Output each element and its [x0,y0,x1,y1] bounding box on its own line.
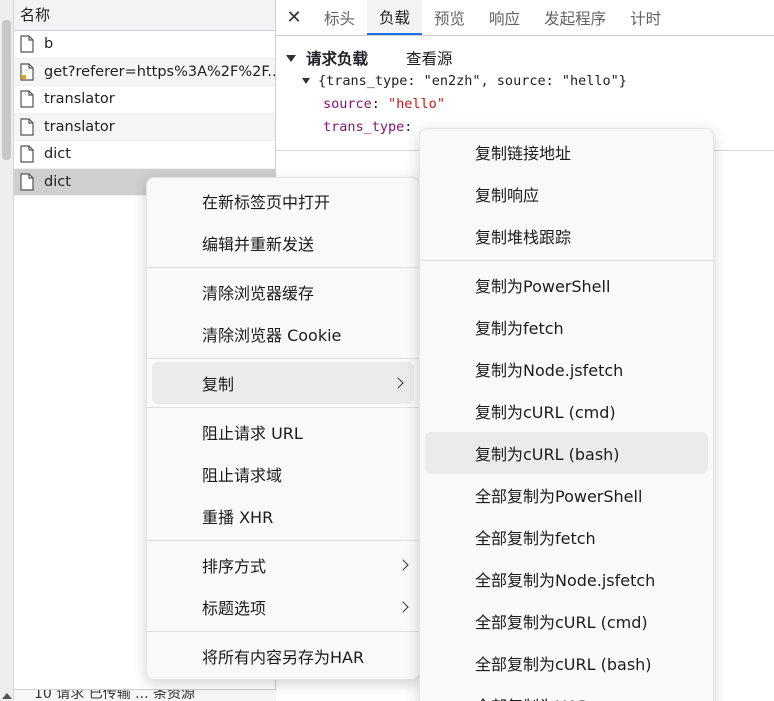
request-name: b [44,36,54,53]
menu-copy-label: 复制 [202,375,235,394]
submenu-copy-curl-cmd[interactable]: 复制为cURL (cmd) [420,390,713,432]
close-icon[interactable]: ✕ [276,0,312,35]
name-column-header[interactable]: 名称 [14,0,275,31]
menu-copy[interactable]: 复制 [152,362,414,404]
tab-headers[interactable]: 标头 [312,0,367,35]
document-icon [20,145,34,163]
tab-response[interactable]: 响应 [477,0,532,35]
tab-timing[interactable]: 计时 [618,0,673,35]
chevron-right-icon [392,377,404,389]
submenu-copy-all-powershell[interactable]: 全部复制为PowerShell [420,474,713,516]
request-name: dict [44,146,71,163]
submenu-copy-link[interactable]: 复制链接地址 [420,131,713,173]
menu-block-url[interactable]: 阻止请求 URL [147,411,419,453]
view-source-link[interactable]: 查看源 [406,47,453,69]
submenu-copy-stack[interactable]: 复制堆栈跟踪 [420,215,713,257]
submenu-copy-fetch[interactable]: 复制为fetch [420,306,713,348]
menu-separator [147,407,419,408]
submenu-copy-powershell[interactable]: 复制为PowerShell [420,264,713,306]
request-row[interactable]: dict [14,141,275,169]
expand-triangle-icon[interactable] [302,78,310,84]
payload-summary-text: {trans_type: "en2zh", source: "hello"} [318,73,627,89]
submenu-copy-all-curl-bash[interactable]: 全部复制为cURL (bash) [420,642,713,684]
request-row[interactable]: translator [14,86,275,114]
payload-summary[interactable]: {trans_type: "en2zh", source: "hello"} [286,70,774,93]
request-row[interactable]: get?referer=https%3A%2F%2F... [14,58,275,86]
detail-tabbar: ✕ 标头 负载 预览 响应 发起程序 计时 [276,0,774,36]
request-row[interactable]: translator [14,113,275,141]
payload-field: source: "hello" [323,96,445,112]
request-row[interactable]: b [14,31,275,59]
menu-separator [147,358,419,359]
menu-separator [147,631,419,632]
menu-edit-resend[interactable]: 编辑并重新发送 [147,222,419,264]
status-bar-text: 10 请求 已传输 ... 条资源 [34,689,195,701]
request-name: dict [44,173,71,190]
request-context-menu: 在新标签页中打开 编辑并重新发送 清除浏览器缓存 清除浏览器 Cookie 复制… [146,177,420,680]
left-scrollbar[interactable] [0,0,14,701]
document-icon [20,118,34,136]
status-bar: 10 请求 已传输 ... 条资源 [14,689,276,701]
menu-block-domain[interactable]: 阻止请求域 [147,453,419,495]
submenu-copy-response[interactable]: 复制响应 [420,173,713,215]
menu-sort-by-label: 排序方式 [202,557,267,576]
submenu-copy-all-har[interactable]: 全部复制为HAR [420,684,713,701]
menu-separator [420,260,713,261]
tab-preview[interactable]: 预览 [422,0,477,35]
field-key: source [323,96,372,112]
drawer-toggle-icon[interactable] [2,693,12,699]
request-payload-header[interactable]: 请求负载 查看源 [286,46,774,70]
menu-separator [147,540,419,541]
menu-save-har[interactable]: 将所有内容另存为HAR [147,635,419,677]
field-value: "hello" [388,96,445,112]
submenu-copy-curl-bash[interactable]: 复制为cURL (bash) [425,432,708,474]
submenu-copy-node-fetch[interactable]: 复制为Node.jsfetch [420,348,713,390]
document-icon [20,63,34,81]
payload-section: 请求负载 查看源 {trans_type: "en2zh", source: "… [276,36,774,139]
document-icon [20,90,34,108]
field-key: trans_type [323,119,405,135]
submenu-copy-all-curl-cmd[interactable]: 全部复制为cURL (cmd) [420,600,713,642]
section-title: 请求负载 [306,50,369,68]
expand-triangle-icon[interactable] [286,54,296,62]
submenu-copy-all-fetch[interactable]: 全部复制为fetch [420,516,713,558]
request-name: translator [44,118,115,135]
chevron-right-icon [397,559,409,571]
menu-sort-by[interactable]: 排序方式 [147,544,419,586]
submenu-copy-all-node-fetch[interactable]: 全部复制为Node.jsfetch [420,558,713,600]
menu-header-options[interactable]: 标题选项 [147,586,419,628]
menu-header-options-label: 标题选项 [202,599,267,618]
menu-separator [147,267,419,268]
menu-clear-cookie[interactable]: 清除浏览器 Cookie [147,313,419,355]
menu-replay-xhr[interactable]: 重播 XHR [147,495,419,537]
chevron-right-icon [397,601,409,613]
menu-clear-cache[interactable]: 清除浏览器缓存 [147,271,419,313]
tab-payload[interactable]: 负载 [367,0,423,35]
document-icon [20,35,34,53]
scrollbar-thumb[interactable] [2,20,11,160]
menu-open-new-tab[interactable]: 在新标签页中打开 [147,180,419,222]
copy-submenu: 复制链接地址 复制响应 复制堆栈跟踪 复制为PowerShell 复制为fetc… [419,128,714,701]
request-name: get?referer=https%3A%2F%2F... [44,63,275,80]
document-icon [20,173,34,191]
request-name: translator [44,91,115,108]
tab-initiator[interactable]: 发起程序 [532,0,618,35]
